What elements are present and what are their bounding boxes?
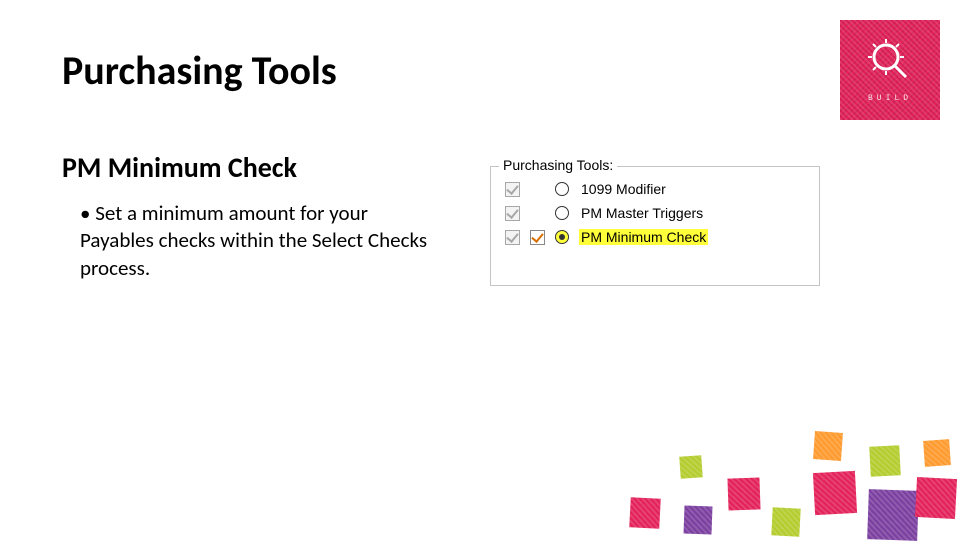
brand-word: BUILD bbox=[868, 94, 912, 103]
groupbox-legend: Purchasing Tools: bbox=[499, 157, 617, 173]
decorative-squares bbox=[620, 400, 960, 540]
row-pm-master-triggers: PM Master Triggers bbox=[505, 205, 809, 221]
decor-square bbox=[771, 507, 800, 536]
groupbox-rows: 1099 Modifier PM Master Triggers PM Mini… bbox=[491, 167, 819, 245]
checkbox-icon[interactable] bbox=[505, 182, 520, 197]
page-title: Purchasing Tools bbox=[62, 46, 337, 95]
decor-square bbox=[813, 471, 857, 515]
checkbox-spacer bbox=[530, 206, 545, 221]
row-label: PM Master Triggers bbox=[579, 205, 705, 221]
decor-square bbox=[915, 477, 957, 519]
page-subtitle: PM Minimum Check bbox=[62, 150, 297, 185]
row-1099-modifier: 1099 Modifier bbox=[505, 181, 809, 197]
row-label: PM Minimum Check bbox=[579, 229, 708, 245]
decor-square bbox=[867, 489, 919, 541]
checkbox-icon[interactable] bbox=[505, 230, 520, 245]
purchasing-tools-groupbox: Purchasing Tools: 1099 Modifier PM Maste… bbox=[490, 166, 820, 286]
decor-square bbox=[727, 477, 760, 510]
checkbox-icon[interactable] bbox=[505, 206, 520, 221]
decor-square bbox=[629, 497, 661, 529]
magnifier-gear-icon bbox=[866, 37, 914, 90]
checkbox-spacer bbox=[530, 182, 545, 197]
decor-square bbox=[923, 439, 951, 467]
radio-icon[interactable] bbox=[555, 206, 569, 220]
decor-square bbox=[684, 506, 713, 535]
bullet-item: Set a minimum amount for your Payables c… bbox=[80, 200, 442, 282]
row-pm-minimum-check: PM Minimum Check bbox=[505, 229, 809, 245]
radio-icon[interactable] bbox=[555, 182, 569, 196]
checkbox-selected-icon[interactable] bbox=[530, 230, 545, 245]
decor-square bbox=[869, 445, 901, 477]
brand-logo: BUILD bbox=[840, 20, 940, 120]
bullet-list: Set a minimum amount for your Payables c… bbox=[62, 200, 442, 282]
decor-square bbox=[679, 455, 702, 478]
row-label: 1099 Modifier bbox=[579, 181, 668, 197]
radio-selected-icon[interactable] bbox=[555, 230, 569, 244]
decor-square bbox=[813, 431, 843, 461]
